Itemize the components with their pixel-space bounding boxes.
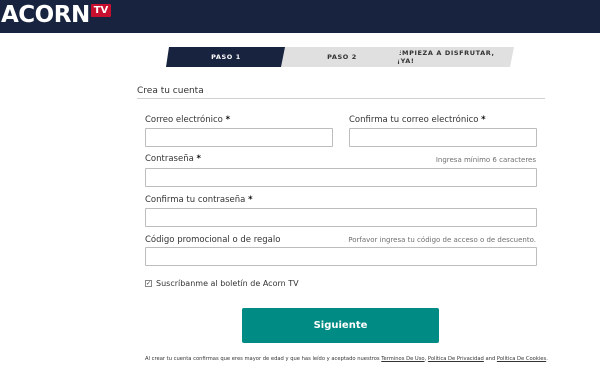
promo-code-label: Código promocional o de regalo [145,235,281,245]
required-mark: * [225,115,231,125]
required-mark: * [196,154,201,164]
cookie-policy-link[interactable]: Política De Cookies [497,356,546,362]
signup-progress-steps: PASO 1 PASO 2 EMPIEZA A DISFRUTAR, ¡YA! [166,47,516,67]
logo-text: ACORN [1,2,90,28]
confirm-password-field[interactable] [145,208,537,227]
section-divider [137,98,545,99]
password-field[interactable] [145,168,537,187]
email-field[interactable] [145,128,333,147]
newsletter-checkbox[interactable]: ✓ [145,280,152,287]
step-3: EMPIEZA A DISFRUTAR, ¡YA! [397,47,514,67]
password-label-text: Contraseña [145,154,194,164]
password-label: Contraseña * [145,154,201,164]
confirm-password-label-text: Confirma tu contraseña [145,195,246,205]
email-label: Correo electrónico * [145,115,230,125]
section-title: Crea tu cuenta [137,86,204,96]
promo-code-field[interactable] [145,247,537,266]
legal-text: Al crear tu cuenta confirmas que eres ma… [145,356,382,362]
step-2: PASO 2 [281,47,403,67]
password-hint: Ingresa mínimo 6 caracteres [435,156,536,164]
logo-tv-badge: TV [90,4,112,17]
acorn-tv-logo[interactable]: ACORN TV [1,1,112,29]
step-1: PASO 1 [166,47,286,67]
terms-of-use-link[interactable]: Terminos De Uso [381,356,424,362]
required-mark: * [248,195,253,205]
legal-separator: and [483,356,497,362]
legal-notice: Al crear tu cuenta confirmas que eres ma… [145,356,548,362]
top-navigation-bar: ACORN TV [0,0,600,33]
confirm-email-label-text: Confirma tu correo electrónico [349,115,479,125]
promo-code-hint: Porfavor ingresa tu código de acceso o d… [348,236,536,244]
newsletter-label[interactable]: Suscríbanme al boletín de Acorn TV [156,279,299,288]
confirm-email-label: Confirma tu correo electrónico * [349,115,486,125]
legal-suffix: . [546,356,548,362]
required-mark: * [481,115,486,125]
next-button[interactable]: Siguiente [242,308,439,343]
confirm-email-field[interactable] [349,128,537,147]
privacy-policy-link[interactable]: Política De Privacidad [428,356,484,362]
confirm-password-label: Confirma tu contraseña * [145,195,253,205]
email-label-text: Correo electrónico [145,115,223,125]
